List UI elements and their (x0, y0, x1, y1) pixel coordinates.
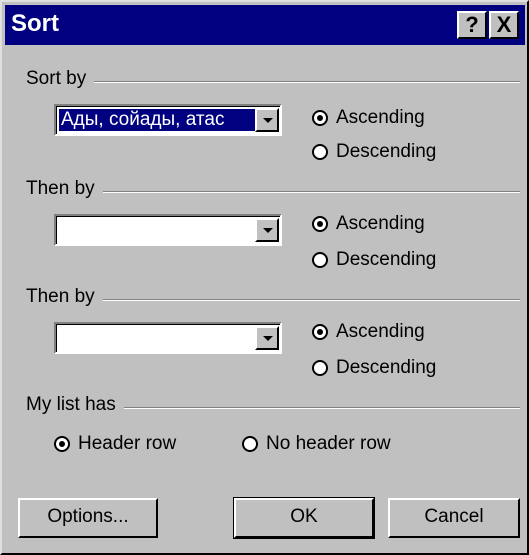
then-by-1-combo[interactable] (54, 214, 282, 246)
no-header-row-radio[interactable]: No header row (242, 432, 391, 456)
ok-button-label: OK (290, 506, 318, 527)
then-by-1-group: Then by (26, 178, 520, 206)
then-by-1-ascending-radio[interactable]: Ascending (312, 212, 425, 236)
divider (26, 81, 520, 83)
window-title: Sort (11, 10, 59, 37)
sort-by-label: Sort by (26, 68, 95, 90)
dropdown-arrow-icon[interactable] (255, 218, 279, 242)
then-by-2-descending-label: Descending (336, 357, 437, 378)
sort-by-ascending-label: Ascending (336, 107, 425, 128)
options-button[interactable]: Options... (18, 498, 158, 538)
then-by-1-descending-radio[interactable]: Descending (312, 248, 436, 272)
header-row-label: Header row (78, 433, 177, 454)
radio-unchecked-icon (242, 436, 258, 452)
radio-checked-icon (312, 324, 328, 340)
radio-checked-icon (312, 110, 328, 126)
ok-button[interactable]: OK (233, 497, 375, 539)
radio-checked-icon (54, 436, 70, 452)
combo-frame: Ады, сойады, атас (56, 106, 280, 134)
then-by-2-ascending-radio[interactable]: Ascending (312, 320, 425, 344)
cancel-button-label: Cancel (424, 506, 484, 527)
radio-unchecked-icon (312, 360, 328, 376)
sort-by-value: Ады, сойады, атас (59, 109, 259, 131)
sort-by-group: Sort by (26, 68, 520, 96)
radio-checked-icon (312, 216, 328, 232)
sort-by-ascending-radio[interactable]: Ascending (312, 106, 425, 130)
then-by-1-ascending-label: Ascending (336, 213, 425, 234)
sort-by-combo[interactable]: Ады, сойады, атас (54, 104, 282, 136)
close-icon: X (496, 12, 512, 37)
combo-frame (56, 216, 280, 244)
radio-unchecked-icon (312, 144, 328, 160)
then-by-1-descending-label: Descending (336, 249, 437, 270)
sort-dialog: Sort ? X Sort by Ады, сойады, атас Ascen… (0, 0, 529, 555)
then-by-2-group: Then by (26, 286, 520, 314)
then-by-1-label: Then by (26, 178, 103, 200)
then-by-2-label: Then by (26, 286, 103, 308)
then-by-2-descending-radio[interactable]: Descending (312, 356, 436, 380)
my-list-has-group: My list has (26, 394, 520, 422)
radio-unchecked-icon (312, 252, 328, 268)
combo-frame (56, 324, 280, 352)
dropdown-arrow-icon[interactable] (255, 326, 279, 350)
close-button[interactable]: X (489, 11, 519, 39)
then-by-2-combo[interactable] (54, 322, 282, 354)
sort-by-descending-label: Descending (336, 141, 437, 162)
help-icon: ? (465, 12, 479, 37)
dropdown-arrow-icon[interactable] (255, 108, 279, 132)
my-list-has-label: My list has (26, 394, 124, 416)
no-header-row-label: No header row (266, 433, 391, 454)
sort-by-descending-radio[interactable]: Descending (312, 140, 436, 164)
title-bar[interactable]: Sort ? X (5, 5, 525, 45)
options-button-label: Options... (47, 506, 129, 527)
help-button[interactable]: ? (457, 11, 487, 39)
header-row-radio[interactable]: Header row (54, 432, 176, 456)
then-by-2-ascending-label: Ascending (336, 321, 425, 342)
cancel-button[interactable]: Cancel (388, 498, 520, 538)
